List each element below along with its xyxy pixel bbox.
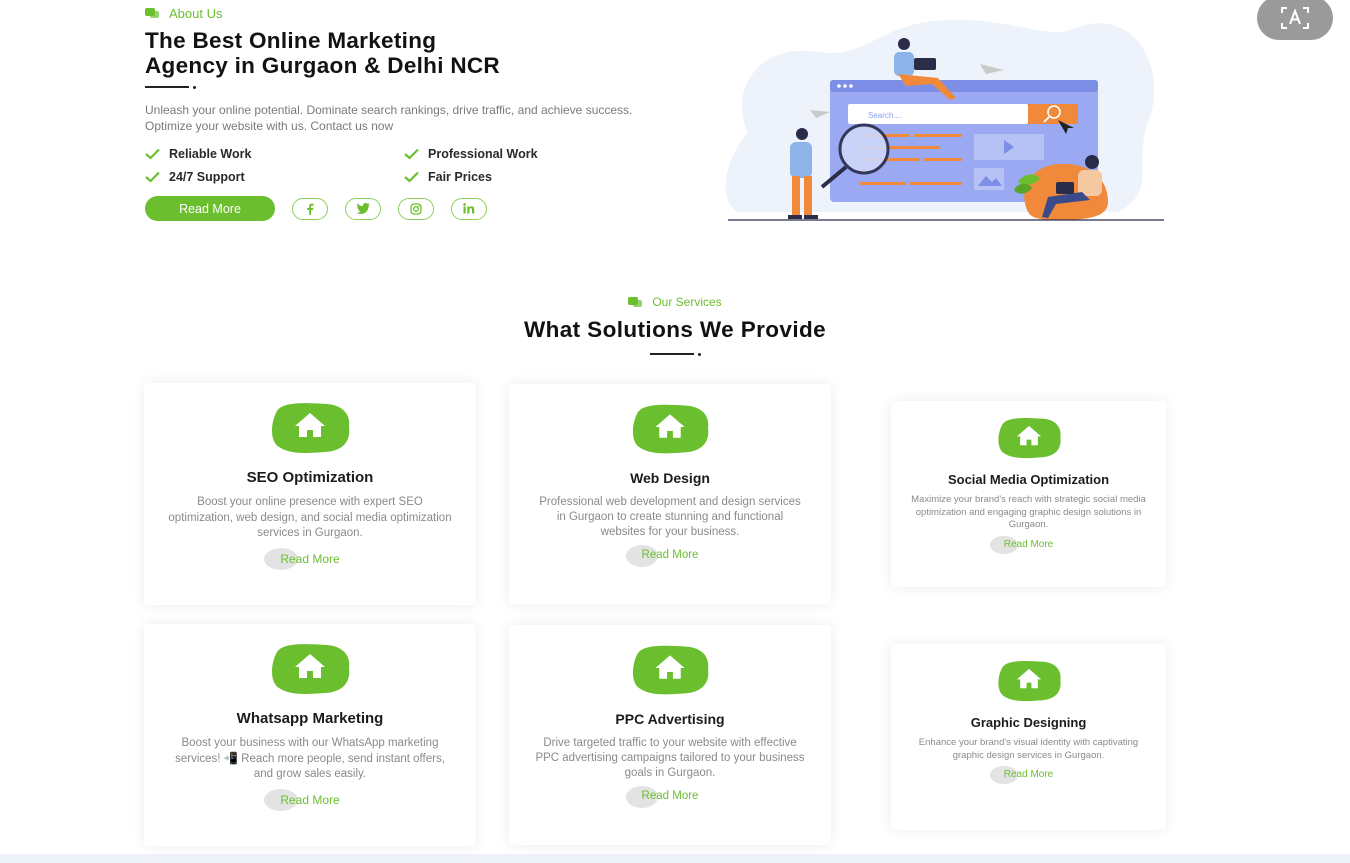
home-icon [272, 403, 350, 453]
services-tag: Our Services [0, 293, 1350, 311]
feature-list: Reliable Work Professional Work 24/7 Sup… [145, 146, 645, 184]
service-read-more-label: Read More [280, 792, 340, 807]
feature-label: Reliable Work [169, 146, 252, 161]
service-card-title: Web Design [630, 470, 710, 486]
hero-illustration: Search.... [725, 19, 1164, 221]
linkedin-icon [463, 203, 475, 214]
feature-label: Professional Work [428, 146, 538, 161]
service-read-more-label: Read More [1003, 769, 1054, 780]
service-read-more-link[interactable]: Read More [989, 766, 1054, 784]
check-icon [145, 148, 160, 160]
services-title-underline [0, 351, 1350, 357]
check-icon [404, 171, 419, 183]
service-card-title: Whatsapp Marketing [236, 710, 384, 727]
service-card-seo: SEO Optimization Boost your online prese… [144, 383, 476, 605]
service-read-more-link[interactable]: Read More [625, 545, 699, 567]
service-read-more-label: Read More [1003, 538, 1054, 550]
check-icon [404, 148, 419, 160]
check-icon [145, 171, 160, 183]
service-card-desc: Drive targeted traffic to your website w… [535, 737, 805, 779]
service-card-graphic-design: Graphic Designing Enhance your brand's v… [891, 644, 1166, 830]
text-recognition-button[interactable] [1257, 0, 1333, 40]
page-title: The Best Online Marketing Agency in Gurg… [145, 28, 625, 78]
instagram-link[interactable] [398, 197, 434, 220]
illustration-search-placeholder: Search.... [868, 111, 902, 120]
about-lead-text: Unleash your online potential. Dominate … [145, 103, 633, 133]
home-icon [632, 645, 709, 695]
service-card-ppc: PPC Advertising Drive targeted traffic t… [509, 625, 831, 845]
home-icon [997, 660, 1061, 702]
read-more-button[interactable]: Read More [145, 196, 275, 221]
service-card-smo: Social Media Optimization Maximize your … [891, 401, 1166, 587]
service-read-more-label: Read More [641, 790, 699, 802]
text-recognition-icon [1281, 7, 1309, 29]
instagram-icon [410, 202, 422, 215]
service-card-desc: Boost your business with our WhatsApp ma… [175, 737, 445, 780]
service-card-title: PPC Advertising [615, 711, 725, 727]
about-tag-label: About Us [169, 5, 223, 21]
service-card-whatsapp: Whatsapp Marketing Boost your business w… [144, 624, 476, 846]
feature-label: 24/7 Support [169, 169, 245, 184]
feature-label: Fair Prices [428, 169, 492, 184]
page-title-line1: The Best Online Marketing [145, 28, 437, 53]
service-card-desc: Boost your online presence with expert S… [168, 496, 452, 539]
service-read-more-link[interactable]: Read More [625, 786, 699, 808]
service-read-more-label: Read More [280, 551, 340, 566]
service-card-title: Social Media Optimization [947, 472, 1110, 487]
about-section: About Us The Best Online Marketing Agenc… [145, 4, 645, 221]
feature-item: Professional Work [404, 146, 624, 161]
service-card-title: SEO Optimization [246, 469, 374, 486]
service-read-more-link[interactable]: Read More [989, 535, 1054, 554]
service-card-desc: Professional web development and design … [539, 496, 801, 538]
title-underline [145, 84, 645, 90]
home-icon [632, 404, 709, 454]
feature-item: Fair Prices [404, 169, 624, 184]
feature-item: 24/7 Support [145, 169, 404, 184]
facebook-link[interactable] [292, 197, 328, 220]
service-read-more-label: Read More [641, 549, 699, 561]
service-card-title: Graphic Designing [970, 715, 1087, 730]
twitter-icon [356, 203, 369, 214]
chat-bubble-icon [628, 296, 643, 307]
service-card-desc: Maximize your brand's reach with strateg… [911, 494, 1146, 530]
service-read-more-link[interactable]: Read More [264, 547, 340, 570]
feature-item: Reliable Work [145, 146, 404, 161]
facebook-icon [307, 203, 314, 215]
home-icon [272, 644, 350, 694]
services-tag-label: Our Services [652, 295, 722, 309]
home-icon [997, 417, 1061, 459]
services-title: What Solutions We Provide [523, 317, 827, 342]
services-header: Our Services What Solutions We Provide [0, 293, 1350, 357]
service-card-desc: Enhance your brand's visual identity wit… [918, 737, 1139, 761]
linkedin-link[interactable] [451, 197, 487, 220]
about-tag: About Us [145, 4, 645, 22]
service-card-web-design: Web Design Professional web development … [509, 384, 831, 604]
cta-row: Read More [145, 196, 645, 221]
service-read-more-link[interactable]: Read More [264, 788, 340, 811]
twitter-link[interactable] [345, 197, 381, 220]
chat-bubble-icon [145, 7, 159, 18]
page-title-line2: Agency in Gurgaon & Delhi NCR [145, 53, 500, 78]
page-bottom-band [0, 854, 1350, 863]
